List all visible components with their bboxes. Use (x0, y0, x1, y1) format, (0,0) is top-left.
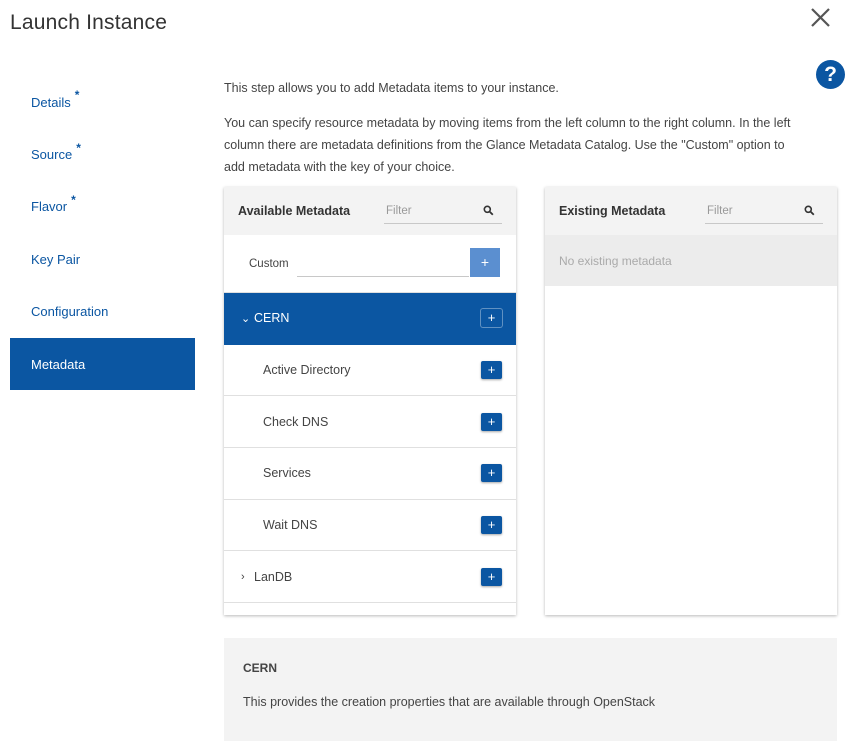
existing-metadata-panel: Existing Metadata No existing metadata (545, 187, 837, 615)
detail-description: This provides the creation properties th… (243, 695, 656, 709)
nav-item-label: Flavor (31, 199, 68, 215)
custom-add-button[interactable]: + (470, 248, 500, 277)
tree-item-label: Wait DNS (263, 518, 318, 533)
custom-metadata-row: Custom + (224, 235, 516, 293)
nav-item-label: Details (31, 94, 71, 110)
nav-item-label: Source (31, 147, 73, 163)
detail-title: CERN (243, 661, 278, 675)
search-icon (804, 205, 815, 216)
chevron-down-icon[interactable]: ⌄ (241, 312, 250, 325)
nav-item-key-pair[interactable]: Key Pair (10, 233, 195, 285)
add-cern-button[interactable]: + (481, 309, 502, 328)
intro-line: This step allows you to add Metadata ite… (224, 81, 559, 95)
required-marker: * (74, 88, 80, 103)
tree-item-label: Services (263, 466, 311, 481)
help-icon[interactable]: ? (816, 60, 845, 89)
required-marker: * (76, 140, 81, 155)
available-filter-input[interactable] (384, 200, 474, 222)
add-wait-dns-button[interactable]: + (481, 516, 502, 535)
existing-filter[interactable] (705, 200, 823, 224)
custom-label: Custom (249, 257, 289, 270)
dialog-title: Launch Instance (10, 11, 168, 34)
nav-item-metadata[interactable]: Metadata (10, 337, 195, 391)
panel-title: Available Metadata (238, 204, 351, 218)
empty-state: No existing metadata (545, 235, 837, 286)
available-filter[interactable] (384, 200, 502, 224)
required-marker: * (71, 192, 76, 207)
tree-item-active-directory[interactable]: Active Directory + (224, 345, 516, 397)
tree-item-label: Active Directory (263, 363, 351, 378)
existing-filter-input[interactable] (705, 200, 795, 222)
tree-item-label: Check DNS (263, 414, 329, 429)
existing-metadata-header: Existing Metadata (545, 187, 837, 235)
tree-item-cern[interactable]: ⌄ CERN + (224, 293, 516, 345)
available-metadata-header: Available Metadata (224, 187, 516, 235)
nav-item-label: Key Pair (31, 251, 81, 267)
panel-title: Existing Metadata (559, 204, 666, 218)
tree-item-label: LanDB (254, 569, 293, 584)
intro-paragraph: You can specify resource metadata by mov… (224, 116, 791, 174)
tree-item-check-dns[interactable]: Check DNS + (224, 396, 516, 449)
step-description: This step allows you to add Metadata ite… (224, 77, 794, 178)
tree-item-landb[interactable]: › LanDB + (224, 551, 516, 604)
wizard-nav: Details * Source * Flavor * Key Pair Config… (10, 76, 195, 391)
available-metadata-panel: Available Metadata Custom + ⌄ CERN + Act… (224, 187, 516, 615)
nav-item-label: Configuration (31, 304, 109, 320)
close-icon[interactable] (807, 4, 835, 32)
chevron-right-icon[interactable]: › (241, 571, 245, 583)
custom-key-input[interactable] (297, 248, 469, 277)
metadata-detail-pane: CERN This provides the creation properti… (224, 638, 837, 741)
nav-item-label: Metadata (31, 356, 86, 372)
nav-item-source[interactable]: Source * (10, 128, 195, 180)
search-icon (483, 205, 494, 216)
add-landb-button[interactable]: + (481, 567, 502, 586)
tree-item-label: CERN (254, 311, 290, 326)
add-check-dns-button[interactable]: + (481, 412, 502, 431)
add-active-directory-button[interactable]: + (481, 361, 502, 380)
tree-item-services[interactable]: Services + (224, 448, 516, 500)
nav-item-details[interactable]: Details * (10, 76, 195, 128)
nav-item-flavor[interactable]: Flavor * (10, 181, 195, 233)
close-button[interactable] (807, 4, 835, 32)
nav-item-configuration[interactable]: Configuration (10, 286, 195, 338)
tree-item-wait-dns[interactable]: Wait DNS + (224, 500, 516, 552)
add-services-button[interactable]: + (481, 464, 502, 483)
